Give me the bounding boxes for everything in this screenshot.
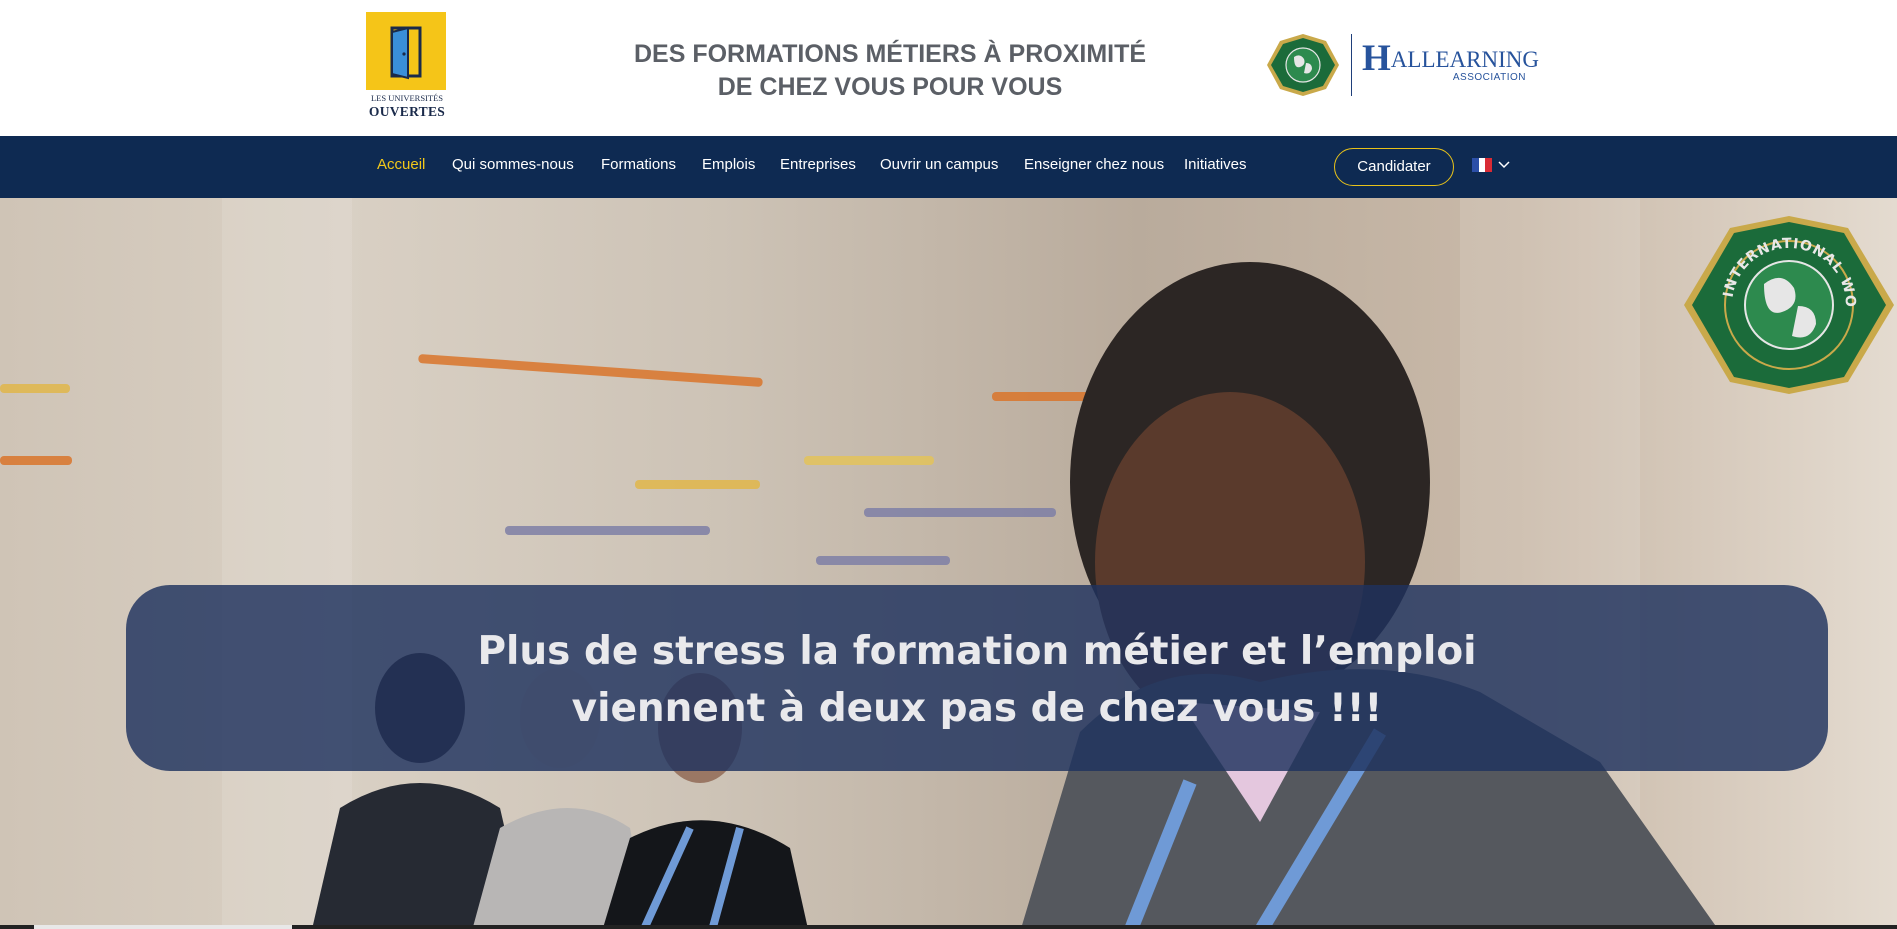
brand-initial: H (1362, 38, 1391, 79)
universites-ouvertes-logo[interactable]: LES UNIVERSITÉS OUVERTES (366, 12, 448, 120)
nav-item-accueil[interactable]: Accueil (377, 156, 425, 173)
nav-item-emplois[interactable]: Emplois (702, 156, 755, 173)
wall-stripe (816, 556, 950, 565)
hallearning-logo[interactable]: HALLEARNING ASSOCIATION (1266, 30, 1539, 100)
candidater-button[interactable]: Candidater (1334, 148, 1454, 186)
nav-item-qui-sommes-nous[interactable]: Qui sommes-nous (452, 156, 574, 173)
nav-item-formations[interactable]: Formations (601, 156, 676, 173)
international-work-certificate-seal-icon (1267, 34, 1339, 96)
tagline-line1: DES FORMATIONS MÉTIERS À PROXIMITÉ (633, 40, 1147, 68)
nav-item-initiatives[interactable]: Initiatives (1184, 156, 1247, 173)
partner-divider (1351, 34, 1352, 96)
international-work-certificate-badge-icon: INTERNATIONAL WORK CERTIFICATE (1682, 214, 1894, 394)
main-navigation: Accueil Qui sommes-nous Formations Emplo… (0, 136, 1897, 198)
hero-headline-box: Plus de stress la formation métier et l’… (126, 585, 1828, 771)
wall-stripe (0, 384, 70, 393)
bottom-scroll-strip (0, 925, 1897, 929)
hallearning-wordmark: HALLEARNING (1362, 40, 1539, 77)
hero-headline-line2: viennent à deux pas de chez vous !!! (571, 686, 1383, 731)
hero-headline-line1: Plus de stress la formation métier et l’… (477, 629, 1477, 674)
open-door-icon (390, 26, 422, 80)
hero-headline: Plus de stress la formation métier et l’… (126, 623, 1828, 737)
wall-stripe (418, 353, 763, 388)
france-flag-icon (1472, 158, 1493, 172)
wall-stripe (0, 456, 72, 465)
chevron-down-icon (1498, 161, 1510, 169)
brand-rest: ALLEARNING (1390, 47, 1539, 72)
nav-item-ouvrir-un-campus[interactable]: Ouvrir un campus (880, 156, 998, 173)
association-label: ASSOCIATION (1452, 72, 1526, 83)
scroll-progress-segment (34, 925, 292, 929)
wall-stripe (635, 480, 760, 489)
header-tagline: DES FORMATIONS MÉTIERS À PROXIMITÉ DE CH… (580, 38, 1200, 104)
wall-stripe (804, 456, 934, 465)
logo-text-line1: LES UNIVERSITÉS (370, 93, 443, 103)
wall-stripe (505, 526, 710, 535)
tagline-line2: DE CHEZ VOUS POUR VOUS (717, 73, 1063, 101)
hero-banner: INTERNATIONAL WORK CERTIFICATE Plus de s… (0, 198, 1897, 929)
logo-text-line2: OUVERTES (368, 104, 446, 119)
site-header: LES UNIVERSITÉS OUVERTES DES FORMATIONS … (0, 0, 1897, 136)
nav-item-enseigner-chez-nous[interactable]: Enseigner chez nous (1024, 156, 1164, 173)
nav-item-entreprises[interactable]: Entreprises (780, 156, 856, 173)
language-selector[interactable] (1472, 155, 1514, 179)
